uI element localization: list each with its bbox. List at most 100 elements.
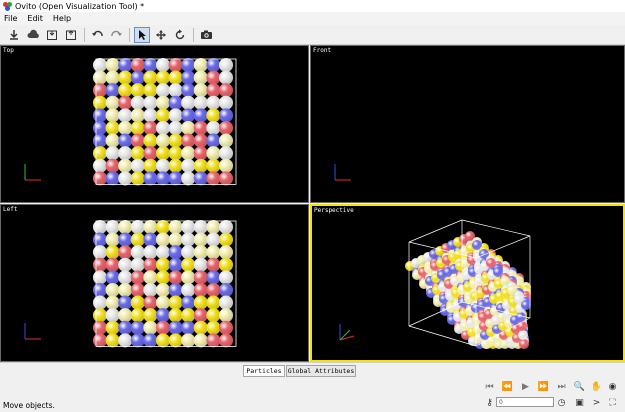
jump-to-end-icon[interactable]: ⏭	[556, 381, 567, 392]
animation-settings-clock-icon[interactable]: ◷	[556, 397, 567, 408]
viewport-caption[interactable]: Top	[3, 47, 14, 54]
particle	[143, 219, 158, 235]
particle	[105, 120, 120, 136]
viewport-caption[interactable]: Left	[3, 206, 17, 213]
particle	[105, 57, 120, 73]
particle	[168, 232, 183, 247]
particle	[143, 70, 158, 85]
viewport-perspective[interactable]: Perspective	[310, 204, 625, 362]
pan-hand-icon[interactable]: ✋	[591, 381, 602, 392]
viewport-left[interactable]: Left	[0, 204, 309, 362]
particle	[130, 133, 145, 148]
particle	[181, 133, 196, 148]
particle	[181, 257, 196, 272]
particle	[105, 308, 120, 323]
menu-edit[interactable]: Edit	[27, 14, 43, 23]
tab-global-attributes[interactable]: Global Attributes	[286, 365, 356, 377]
particle	[193, 120, 208, 136]
particle	[181, 57, 196, 73]
viewport-top[interactable]: Top	[0, 45, 309, 203]
particle	[193, 70, 208, 85]
menu-file[interactable]: File	[4, 14, 17, 23]
move-mode-icon[interactable]	[153, 27, 169, 43]
download-icon[interactable]	[6, 27, 22, 43]
particle	[143, 83, 158, 98]
particle	[168, 108, 183, 123]
viewport-caption[interactable]: Front	[313, 47, 331, 54]
particle	[206, 232, 221, 247]
undo-icon[interactable]	[89, 27, 105, 43]
viewport-caption[interactable]: Perspective	[314, 207, 354, 214]
zoom-scene-extents-icon[interactable]: ▣	[574, 397, 585, 408]
particle	[218, 133, 234, 148]
particle	[155, 245, 171, 260]
particle	[168, 308, 183, 323]
load-file-icon[interactable]	[44, 27, 60, 43]
particle	[118, 295, 133, 310]
particle	[206, 120, 221, 136]
particle	[168, 320, 183, 335]
viewport-front[interactable]: Front	[310, 45, 625, 203]
menu-help[interactable]: Help	[53, 14, 71, 23]
cloud-icon[interactable]	[25, 27, 41, 43]
particle	[130, 245, 145, 260]
particle	[105, 133, 120, 148]
particle	[92, 120, 108, 136]
tab-particles[interactable]: Particles	[243, 365, 285, 377]
particle	[206, 333, 221, 348]
particle	[92, 219, 108, 235]
particle	[105, 257, 120, 272]
particle	[168, 270, 183, 285]
zoom-icon[interactable]: 🔍	[574, 381, 585, 392]
particle	[168, 146, 183, 161]
particle	[143, 308, 158, 323]
frame-spinner-input[interactable]: 0	[496, 397, 554, 407]
particle	[206, 133, 221, 148]
particle	[105, 333, 120, 348]
particle	[218, 70, 234, 85]
particle	[206, 83, 221, 98]
particle	[92, 83, 108, 98]
axis-tripod	[24, 164, 41, 181]
particle	[168, 95, 183, 110]
particle	[92, 257, 108, 272]
particle	[168, 133, 183, 148]
particle	[155, 232, 171, 247]
orbit-eye-icon[interactable]: ◉	[607, 381, 618, 392]
axis-tripod	[334, 164, 351, 181]
particle	[206, 57, 221, 73]
save-file-icon[interactable]	[63, 27, 79, 43]
particle	[181, 70, 196, 85]
particle	[155, 320, 171, 335]
particle	[130, 308, 145, 323]
play-icon[interactable]: ▶	[520, 381, 531, 392]
rotate-mode-icon[interactable]	[172, 27, 188, 43]
select-mode-icon[interactable]	[134, 26, 150, 43]
particle	[155, 219, 171, 235]
animation-settings-key-icon[interactable]: ⚷	[484, 397, 495, 408]
step-backward-icon[interactable]: ⏪	[502, 381, 513, 392]
camera-icon[interactable]	[198, 27, 214, 43]
particle	[130, 83, 145, 98]
step-forward-icon[interactable]: ⏩	[538, 381, 549, 392]
particle	[518, 330, 528, 340]
particle	[218, 219, 234, 235]
particle	[92, 57, 108, 73]
particle	[92, 282, 108, 298]
particle	[155, 282, 171, 298]
jump-to-start-icon[interactable]: ⏮	[484, 381, 495, 392]
redo-icon[interactable]	[108, 27, 124, 43]
particle-render	[334, 164, 351, 181]
particle	[92, 108, 108, 123]
field-of-view-icon[interactable]: >	[591, 397, 602, 408]
particle	[118, 83, 133, 98]
data-inspector-tabs: Particles Global Attributes	[0, 362, 625, 377]
maximize-viewport-icon[interactable]: ⛶	[607, 397, 618, 408]
particle	[155, 333, 171, 348]
particle	[218, 282, 234, 298]
particle	[143, 333, 158, 348]
particle	[168, 120, 183, 136]
particle	[206, 282, 221, 298]
particle	[193, 232, 208, 247]
particle-render	[339, 219, 531, 349]
